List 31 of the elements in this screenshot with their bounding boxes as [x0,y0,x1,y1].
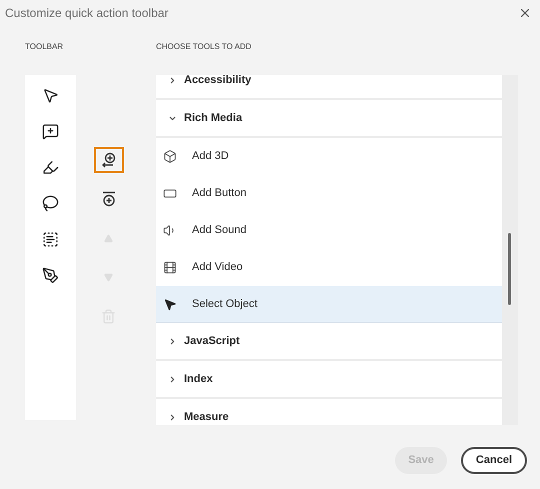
toolbar-tool-icon[interactable] [42,159,59,176]
category-row[interactable]: JavaScript [156,323,502,359]
toolbar-tool-icon[interactable] [42,123,59,140]
category-row[interactable]: Index [156,361,502,397]
add-tool-icon [100,152,116,168]
toolbar-heading: TOOLBAR [25,41,64,53]
tool-icon [163,260,177,275]
action-button[interactable] [94,147,124,173]
tool-row[interactable]: Select Object [156,286,502,323]
insert-icon [102,191,116,207]
chevron-right-icon [168,336,177,346]
scrollbar-thumb[interactable] [508,233,511,305]
toolbar-tool-icon[interactable] [42,87,59,104]
tool-row[interactable]: Add Sound [156,212,502,249]
tool-icon [163,149,177,164]
toolbar-tool-icon[interactable] [42,195,59,212]
chevron-right-icon [168,374,177,384]
chevron-right-icon [168,412,177,422]
tool-row[interactable]: Add Button [156,175,502,212]
category-row[interactable]: Measure [156,399,502,425]
toolbar-tool-icon[interactable] [42,231,59,248]
tool-row[interactable]: Add Video [156,249,502,286]
toolbar-tool-icon[interactable] [42,267,59,284]
category-row[interactable]: Accessibility [156,75,502,98]
tool-row[interactable]: Add 3D [156,138,502,175]
cancel-button[interactable]: Cancel [460,447,527,474]
tools-heading: CHOOSE TOOLS TO ADD [156,41,252,53]
tool-icon [163,296,177,312]
category-row[interactable]: Rich Media [156,100,502,136]
window-title: Customize quick action toolbar [5,4,168,22]
chevron-right-icon [168,76,177,84]
